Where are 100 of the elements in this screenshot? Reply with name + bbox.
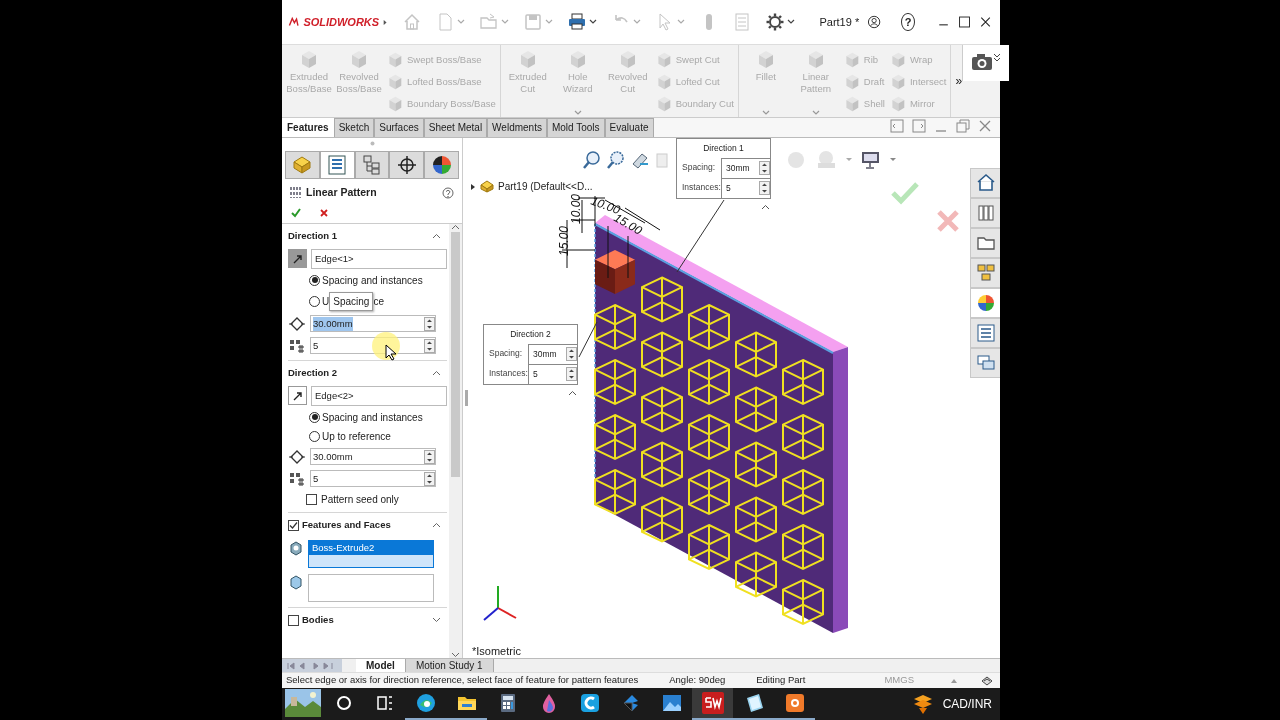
chevron-icon[interactable] xyxy=(432,370,441,377)
callout-title: Direction 2 xyxy=(509,328,552,341)
radio-button[interactable] xyxy=(309,274,320,286)
tab[interactable]: Motion Study 1 xyxy=(405,659,494,672)
scrollbar-thumb[interactable] xyxy=(451,231,460,477)
task-pane-tab[interactable] xyxy=(970,288,1000,318)
tree-item[interactable]: Part19 (Default<<D... xyxy=(498,179,593,194)
number-field[interactable]: 30mm xyxy=(528,343,577,364)
chevron-icon[interactable] xyxy=(432,233,441,240)
radio-label[interactable]: ce xyxy=(373,293,384,309)
tray-label[interactable]: CAD/INR xyxy=(942,695,992,713)
tile-right-icon[interactable] xyxy=(912,119,926,133)
radio-label[interactable]: Spacing and instances xyxy=(322,409,423,425)
more-commands-button[interactable]: » xyxy=(955,72,963,90)
chevron-icon[interactable] xyxy=(432,617,441,624)
grip-handle[interactable] xyxy=(369,140,375,146)
radio-label[interactable]: U xyxy=(322,293,330,309)
block-icon xyxy=(386,95,404,113)
checkbox-label[interactable]: Pattern seed only xyxy=(321,491,399,507)
number-field[interactable]: 5 xyxy=(721,177,770,198)
list-icon xyxy=(326,154,349,176)
task-pane-tab[interactable] xyxy=(970,258,1000,288)
tab[interactable]: Sheet Metal xyxy=(423,118,488,137)
model-drawing[interactable] xyxy=(594,215,848,633)
collapse-chevron-icon[interactable] xyxy=(761,204,770,210)
number-field[interactable]: 5 xyxy=(528,363,577,384)
spinner-control[interactable] xyxy=(424,471,435,486)
c-logo-icon xyxy=(578,692,601,714)
spinner-control[interactable] xyxy=(424,316,435,331)
task-pane-tab[interactable] xyxy=(970,348,1000,378)
expand-arrow-icon[interactable] xyxy=(470,182,476,191)
cancel-icon[interactable] xyxy=(318,206,330,219)
radio-button[interactable] xyxy=(309,430,320,442)
reference-button[interactable] xyxy=(288,386,307,406)
tab[interactable]: Surfaces xyxy=(374,118,424,137)
number-field[interactable]: 30mm xyxy=(721,157,770,178)
radio-label[interactable]: Spacing and instances xyxy=(322,272,423,288)
spinner-control[interactable] xyxy=(424,449,435,464)
checkbox-label[interactable]: Bodies xyxy=(302,613,334,628)
checkbox[interactable] xyxy=(288,614,299,626)
direction-arrow-icon xyxy=(291,252,304,265)
collapse-chevron-icon[interactable] xyxy=(568,390,577,396)
spinner-control[interactable] xyxy=(566,347,577,362)
number-field[interactable]: 5 xyxy=(310,470,436,488)
block-icon xyxy=(291,154,314,176)
edge-field[interactable]: Edge<1> xyxy=(311,248,447,269)
panel-tab[interactable] xyxy=(319,151,355,178)
chevron-icon[interactable] xyxy=(432,522,441,529)
radio-button[interactable] xyxy=(309,295,320,307)
taskbar-button[interactable] xyxy=(282,688,323,720)
reference-button[interactable] xyxy=(288,249,307,269)
task-pane-tab[interactable] xyxy=(970,168,1000,198)
dimension-label[interactable]: 15.00 xyxy=(557,225,571,256)
zoom-fit-icon[interactable] xyxy=(582,150,602,170)
tab[interactable]: Mold Tools xyxy=(546,118,605,137)
checkbox-label[interactable]: Features and Faces xyxy=(302,518,391,533)
help-icon[interactable] xyxy=(442,186,454,199)
scroll-down-icon[interactable] xyxy=(451,652,460,658)
app-logo-text: SOLIDWORKS xyxy=(303,14,380,30)
monitor-icon[interactable] xyxy=(860,150,882,170)
checkbox[interactable] xyxy=(288,519,299,531)
direction-arrow-icon xyxy=(291,389,304,402)
number-field[interactable]: 30.00mm xyxy=(310,315,436,333)
splitter-handle[interactable] xyxy=(465,390,468,406)
tab[interactable]: Model xyxy=(356,659,406,672)
task-view-icon xyxy=(374,693,395,713)
books-icon xyxy=(975,203,996,223)
radio-label[interactable]: Up to reference xyxy=(322,428,391,444)
gear-icon[interactable] xyxy=(764,11,787,33)
number-field[interactable]: 30.00mm xyxy=(310,448,436,466)
spinner-control[interactable] xyxy=(759,161,770,176)
selection-list[interactable]: Boss-Extrude2 xyxy=(308,539,434,568)
chat-icon[interactable] xyxy=(980,674,994,687)
double-caret-icon[interactable] xyxy=(993,53,1002,62)
close-icon[interactable] xyxy=(978,119,992,133)
panel-tab[interactable] xyxy=(389,151,425,178)
callout-title: Direction 1 xyxy=(702,142,745,155)
tab[interactable]: Sketch xyxy=(333,118,375,137)
tab[interactable]: Evaluate xyxy=(604,118,654,137)
radio-button[interactable] xyxy=(309,411,320,423)
spinner-control[interactable] xyxy=(759,181,770,196)
panel-tab[interactable] xyxy=(424,151,459,178)
edge-field[interactable]: Edge<2> xyxy=(311,385,447,406)
tab[interactable]: Weldments xyxy=(487,118,547,137)
checkbox[interactable] xyxy=(306,493,317,505)
tab[interactable]: Features xyxy=(282,118,334,137)
ok-check-icon[interactable] xyxy=(290,206,302,219)
scroll-up-icon[interactable] xyxy=(451,223,460,230)
task-pane-tab[interactable] xyxy=(970,228,1000,258)
camera-icon[interactable] xyxy=(971,53,994,71)
tile-left-icon[interactable] xyxy=(890,119,904,133)
dimension-label[interactable]: 10.00 xyxy=(569,193,583,224)
list-item[interactable]: Boss-Extrude2 xyxy=(309,540,433,555)
task-pane-tab[interactable] xyxy=(970,318,1000,348)
taskbar-button[interactable] xyxy=(692,688,733,720)
spinner-control[interactable] xyxy=(424,338,435,353)
panel-title: Linear Pattern xyxy=(306,185,377,200)
task-pane-tab[interactable] xyxy=(970,198,1000,228)
spinner-control[interactable] xyxy=(566,367,577,382)
zoom-area-icon[interactable] xyxy=(606,150,626,170)
